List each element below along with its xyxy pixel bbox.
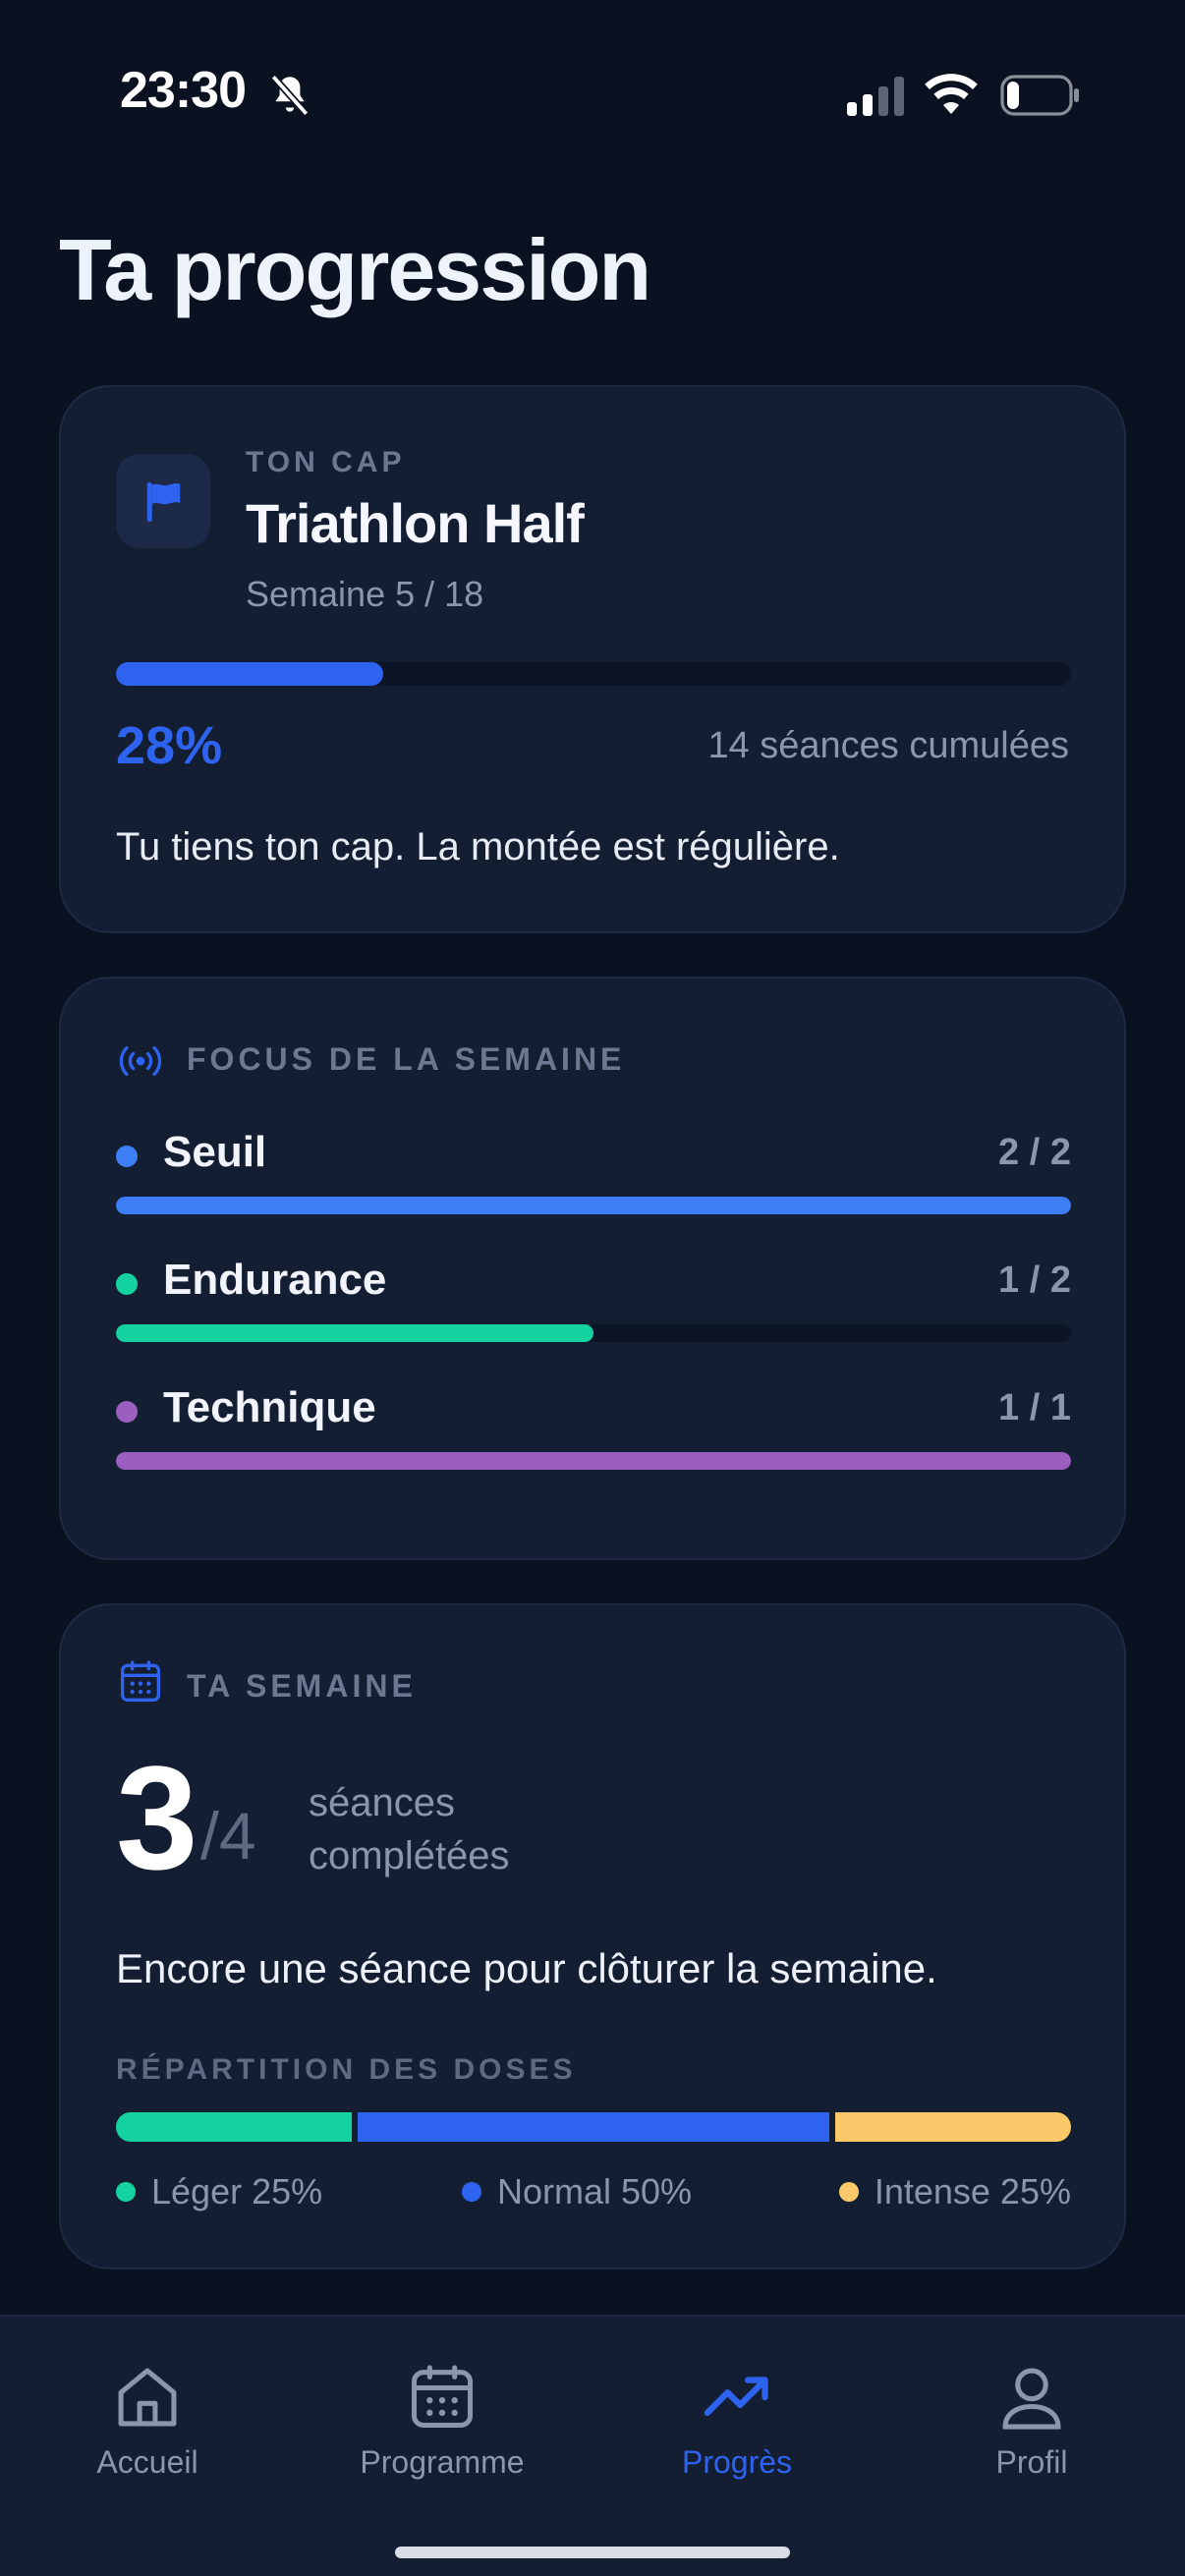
bell-slash-icon (270, 74, 310, 117)
focus-count: 2 / 2 (998, 1132, 1071, 1173)
legend-text: Normal 50% (497, 2171, 693, 2212)
focus-name: Seuil (163, 1128, 267, 1176)
tab-label: Profil (995, 2444, 1068, 2480)
goal-label: TON CAP (246, 446, 406, 478)
cellular-signal-icon (847, 77, 904, 116)
goal-message: Tu tiens ton cap. La montée est régulièr… (116, 825, 840, 868)
week-label: TA SEMAINE (187, 1668, 417, 1704)
dose-distribution-label: RÉPARTITION DES DOSES (116, 2053, 577, 2086)
goal-progress-track (116, 662, 1071, 686)
legend-item-light: Léger 25% (116, 2171, 322, 2212)
home-icon (118, 2368, 177, 2427)
focus-label: FOCUS DE LA SEMAINE (187, 1041, 626, 1077)
legend-dot (838, 2182, 859, 2202)
goal-week: Semaine 5 / 18 (246, 574, 484, 614)
dose-distribution-bar (116, 2112, 1071, 2142)
goal-card[interactable]: TON CAP Triathlon Half Semaine 5 / 18 28… (59, 385, 1126, 933)
focus-item-endurance: Endurance 1 / 2 (116, 1256, 1071, 1342)
legend-text: Intense 25% (874, 2171, 1071, 2212)
calendar-icon (121, 1660, 160, 1702)
focus-progress-track (116, 1324, 1071, 1342)
user-icon (1002, 2368, 1061, 2430)
goal-progress-percent: 28% (116, 716, 223, 775)
focus-count: 1 / 2 (998, 1260, 1071, 1301)
focus-progress-fill (116, 1452, 1071, 1470)
home-indicator[interactable] (395, 2547, 790, 2558)
dose-segment-intense (835, 2112, 1071, 2142)
tab-label: Programme (360, 2444, 525, 2480)
week-card[interactable]: TA SEMAINE 3 /4 séances complétées Encor… (59, 1603, 1126, 2269)
focus-dot (116, 1401, 138, 1423)
focus-item-seuil: Seuil 2 / 2 (116, 1128, 1071, 1214)
focus-item-technique: Technique 1 / 1 (116, 1383, 1071, 1470)
goal-icon-box (116, 454, 210, 548)
focus-count: 1 / 1 (998, 1387, 1071, 1428)
tab-bar: Accueil Programme Progrès Profil (0, 2315, 1185, 2576)
tab-accueil[interactable]: Accueil (0, 2360, 295, 2507)
focus-progress-fill (116, 1324, 593, 1342)
legend-item-normal: Normal 50% (462, 2171, 692, 2212)
battery-icon (1000, 75, 1079, 116)
focus-name: Technique (163, 1383, 376, 1431)
focus-progress-track (116, 1452, 1071, 1470)
focus-card[interactable]: FOCUS DE LA SEMAINE Seuil 2 / 2 Enduranc… (59, 977, 1126, 1560)
focus-name: Endurance (163, 1256, 387, 1304)
goal-title: Triathlon Half (246, 492, 585, 554)
calendar-icon (411, 2365, 474, 2429)
flag-icon (146, 481, 181, 523)
tab-label: Accueil (96, 2444, 198, 2480)
focus-progress-fill (116, 1197, 1071, 1214)
status-bar: 23:30 (0, 0, 1185, 196)
week-message: Encore une séance pour clôturer la semai… (116, 1945, 937, 1991)
page-title: Ta progression (59, 221, 651, 318)
week-unit-label: séances complétées (309, 1781, 510, 1877)
legend-text: Léger 25% (151, 2171, 323, 2212)
legend-item-intense: Intense 25% (838, 2171, 1071, 2212)
focus-progress-track (116, 1197, 1071, 1214)
wifi-icon (925, 74, 978, 114)
week-completed-count: 3 (116, 1735, 198, 1900)
dose-legend: Léger 25% Normal 50% Intense 25% (116, 2171, 1071, 2220)
trending-up-icon (704, 2377, 768, 2416)
focus-dot (116, 1146, 138, 1167)
tab-programme[interactable]: Programme (295, 2360, 590, 2507)
dose-segment-normal (358, 2112, 829, 2142)
goal-sessions-count: 14 séances cumulées (707, 725, 1069, 766)
tab-progres[interactable]: Progrès (590, 2360, 884, 2507)
dose-segment-light (116, 2112, 352, 2142)
tab-profil[interactable]: Profil (884, 2360, 1179, 2507)
broadcast-icon (119, 1046, 162, 1076)
goal-progress-fill (116, 662, 384, 686)
week-total-count: /4 (200, 1799, 256, 1874)
status-time: 23:30 (120, 62, 247, 119)
tab-label: Progrès (681, 2444, 793, 2480)
legend-dot (116, 2182, 136, 2202)
focus-dot (116, 1273, 138, 1295)
screen: 23:30 Ta progression TON CAP Triathlon H… (0, 0, 1185, 2576)
legend-dot (462, 2182, 481, 2202)
